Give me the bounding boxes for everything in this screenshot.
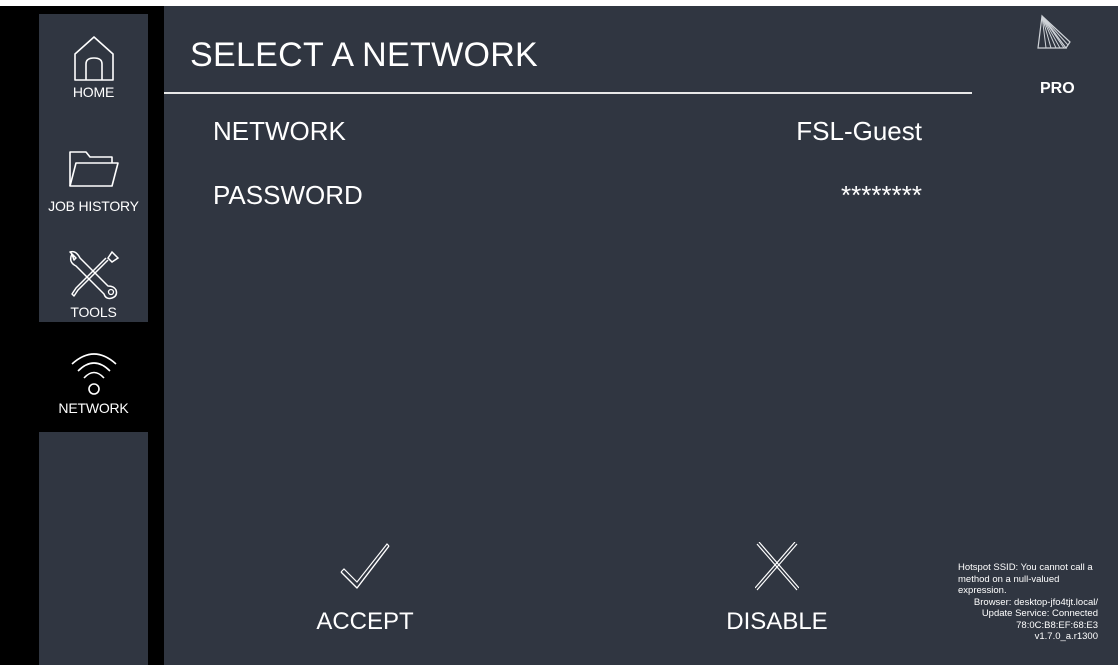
sidebar: HOME JOB HISTORY TOOLS NETWORK [39,14,148,665]
browser-status: Browser: desktop-jfo4tjt.local/ [973,596,1098,608]
accept-button[interactable]: ACCEPT [310,542,420,636]
checkmark-icon [340,543,390,589]
left-edge [0,6,39,665]
brand-logo-icon [1037,14,1071,49]
password-label: PASSWORD [213,180,363,210]
password-value[interactable]: ******** [841,180,922,211]
sidebar-divider [148,14,164,665]
sidebar-item-label: JOB HISTORY [48,198,139,214]
sidebar-item-label: HOME [72,84,115,100]
accept-label: ACCEPT [316,608,414,635]
disable-button[interactable]: DISABLE [712,542,842,636]
update-service-status: Update Service: Connected [981,608,1098,619]
top-gap [39,6,164,14]
disable-label: DISABLE [726,608,828,635]
network-label: NETWORK [213,116,346,146]
network-value[interactable]: FSL-Guest [796,116,922,147]
sidebar-item-label: NETWORK [58,400,129,416]
sidebar-item-label: TOOLS [70,304,117,320]
edition-badge: PRO [1040,80,1075,97]
mac-address: 78:0C:B8:EF:68:E3 [1016,619,1098,631]
home-icon [73,36,114,81]
tools-icon [68,250,119,300]
wifi-icon [70,353,117,395]
folder-icon [68,151,119,187]
sidebar-item-home[interactable]: HOME [39,34,148,126]
close-icon [755,542,799,591]
title-divider [164,92,972,94]
sidebar-item-tools[interactable]: TOOLS [39,248,148,328]
hotspot-status: Hotspot SSID: You cannot call a method o… [958,562,1093,596]
version-text: v1.7.0_a.r1300 [1034,631,1098,642]
sidebar-item-job-history[interactable]: JOB HISTORY [39,148,148,240]
status-info: Hotspot SSID: You cannot call a method o… [958,562,1098,643]
sidebar-item-network[interactable]: NETWORK [39,322,148,432]
app-window: HOME JOB HISTORY TOOLS NETWORK SELECT A … [0,6,1118,665]
page-title: SELECT A NETWORK [190,36,539,74]
